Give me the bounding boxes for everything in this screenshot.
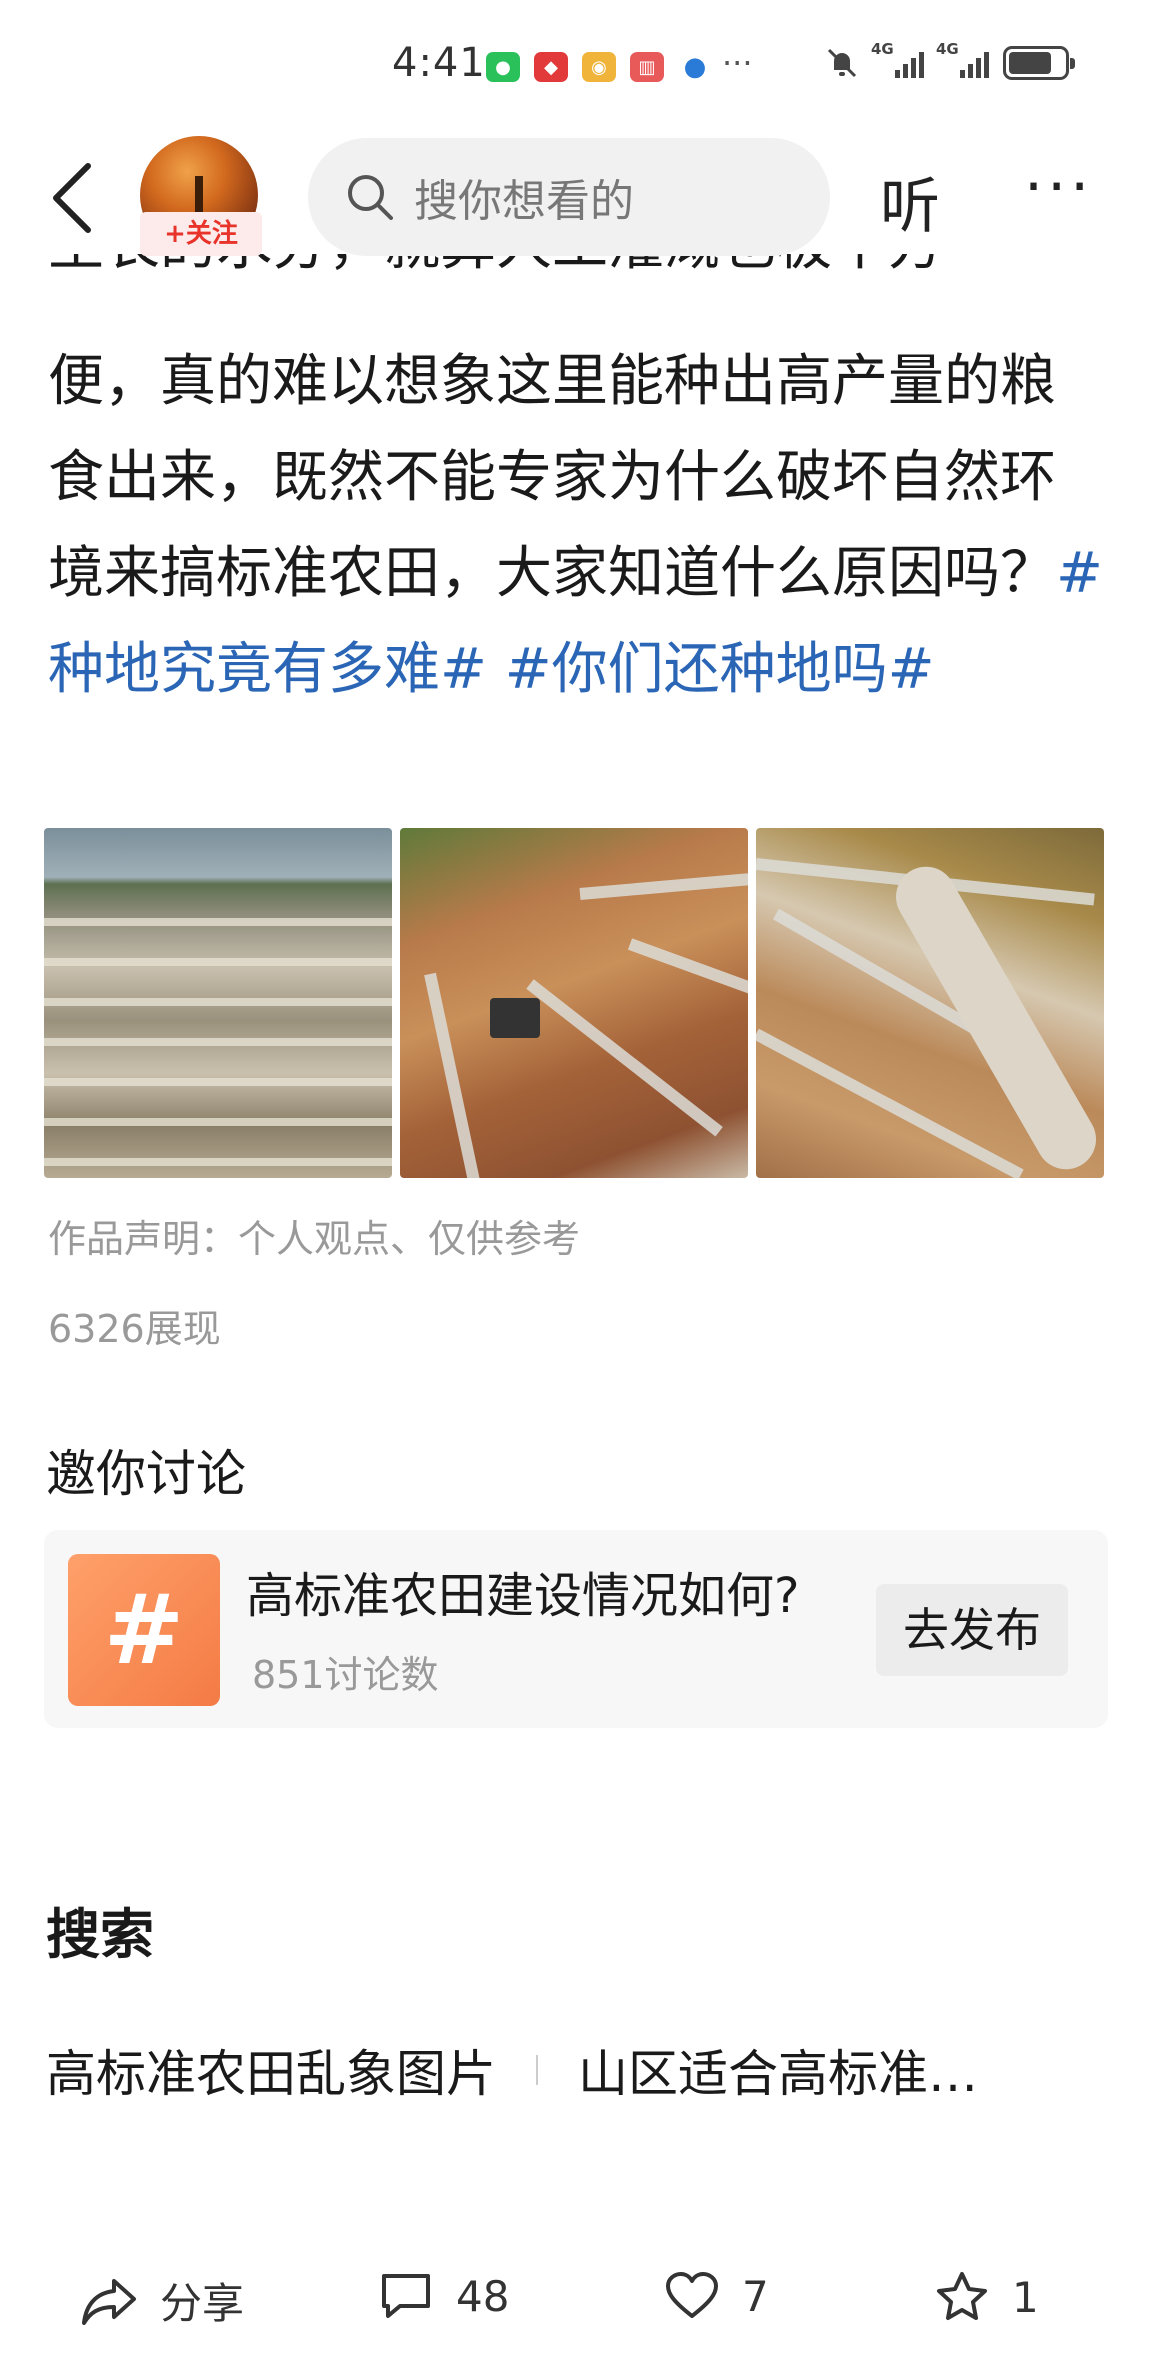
topic-count: 851讨论数 [252, 1653, 439, 1697]
star-icon [937, 2272, 987, 2320]
signal-icon-2: 4G [936, 40, 989, 78]
bottom-toolbar: 分享 48 7 1 [0, 2240, 1152, 2370]
weibo-icon: ◉ [582, 52, 616, 82]
hashtag-icon: # [68, 1554, 220, 1706]
status-bar: 4:41 ● ◆ ◉ ▥ ● ··· 4G 4G [0, 0, 1152, 130]
more-options-button[interactable]: ··· [1024, 152, 1093, 222]
browser-icon: ● [678, 52, 712, 82]
search-suggestions: 高标准农田乱象图片 山区适合高标准… [46, 2034, 978, 2106]
author-avatar[interactable]: +关注 [140, 136, 262, 258]
article-image-3[interactable] [756, 828, 1104, 1178]
book-icon: ▥ [630, 52, 664, 82]
search-placeholder: 搜你想看的 [414, 176, 634, 227]
topic-card[interactable]: # 高标准农田建设情况如何? 851讨论数 去发布 [44, 1530, 1108, 1728]
wechat-icon: ● [486, 52, 520, 82]
search-suggestion-2[interactable]: 山区适合高标准… [578, 2034, 978, 2106]
status-more-icon: ··· [722, 44, 753, 82]
share-button[interactable]: 分享 [80, 2270, 244, 2331]
app-red-icon: ◆ [534, 52, 568, 82]
topic-title: 高标准农田建设情况如何? [246, 1568, 800, 1624]
article-body: 便，真的难以想象这里能种出高产量的粮食出来，既然不能专家为什么破坏自然环境来搞标… [48, 334, 1108, 718]
search-section-title: 搜索 [46, 1903, 154, 1966]
top-nav: +关注 搜你想看的 听 ··· [0, 130, 1152, 270]
article-images [44, 828, 1104, 1178]
publish-button[interactable]: 去发布 [876, 1584, 1068, 1676]
chevron-left-icon [53, 163, 91, 233]
status-time: 4:41 [392, 40, 486, 86]
like-button[interactable]: 7 [664, 2270, 769, 2322]
favorite-button[interactable]: 1 [934, 2270, 1039, 2324]
view-count: 6326展现 [48, 1307, 221, 1351]
mute-bell-icon [827, 48, 857, 78]
comment-icon [382, 2274, 430, 2318]
work-statement: 作品声明：个人观点、仅供参考 [48, 1217, 581, 1261]
invite-discussion-title: 邀你讨论 [46, 1445, 246, 1503]
battery-icon [1003, 46, 1075, 80]
back-button[interactable] [46, 158, 106, 238]
heart-icon [666, 2272, 718, 2318]
article-body-text: 便，真的难以想象这里能种出高产量的粮食出来，既然不能专家为什么破坏自然环境来搞标… [48, 349, 1056, 606]
follow-button[interactable]: +关注 [140, 212, 262, 256]
divider [536, 2055, 538, 2085]
hashtag-link-2[interactable]: #你们还种地吗# [505, 637, 935, 702]
status-right-icons: 4G 4G [825, 40, 1075, 80]
share-label: 分享 [160, 2279, 245, 2328]
listen-button[interactable]: 听 [880, 158, 940, 245]
like-count: 7 [742, 2271, 769, 2321]
signal-icon-1: 4G [871, 40, 924, 78]
favorite-count: 1 [1012, 2272, 1039, 2322]
comment-count: 48 [456, 2271, 510, 2321]
search-icon [348, 175, 393, 220]
share-icon [82, 2278, 136, 2325]
tractor-icon [490, 998, 540, 1038]
article-image-1[interactable] [44, 828, 392, 1178]
comment-button[interactable]: 48 [378, 2270, 509, 2322]
search-input[interactable]: 搜你想看的 [308, 138, 830, 256]
topic-text: 高标准农田建设情况如何? 851讨论数 [246, 1558, 806, 1713]
status-app-icons: ● ◆ ◉ ▥ ● [486, 52, 712, 82]
article-image-2[interactable] [400, 828, 748, 1178]
search-suggestion-1[interactable]: 高标准农田乱象图片 [46, 2034, 496, 2106]
